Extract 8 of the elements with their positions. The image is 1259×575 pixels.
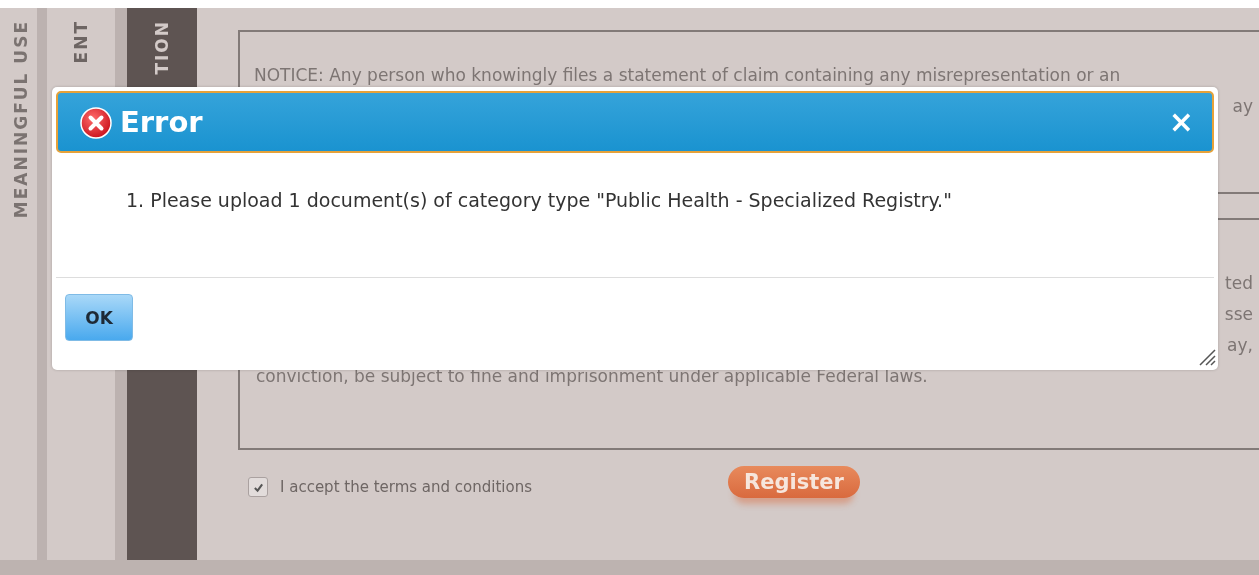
error-message: 1. Please upload 1 document(s) of category type "Public Health - Specialized Registry.": [126, 189, 953, 211]
terms-label: I accept the terms and conditions: [280, 478, 533, 496]
dialog-title: Error: [120, 105, 204, 139]
attestation-text: ted: [1225, 273, 1253, 293]
notice-text: ay: [1232, 96, 1253, 116]
notice-text: NOTICE: Any person who knowingly files a statement of claim containing any misrepresentation or an: [254, 65, 1121, 85]
attestation-text: sse: [1224, 304, 1253, 324]
attestation-text: ay,: [1227, 335, 1253, 355]
